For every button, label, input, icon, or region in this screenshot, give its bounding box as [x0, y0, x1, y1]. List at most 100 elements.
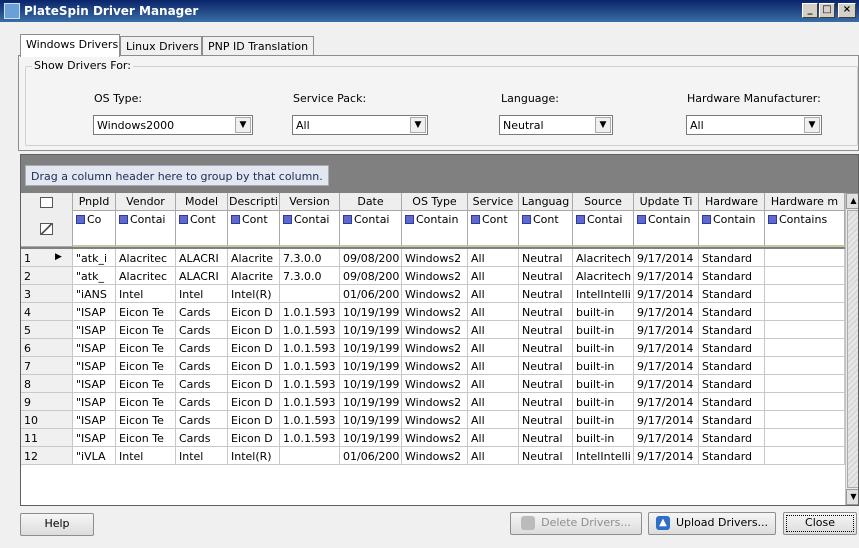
column-filter-input[interactable]: [573, 232, 634, 247]
table-cell[interactable]: Cards: [176, 393, 228, 411]
table-cell[interactable]: Windows2: [402, 321, 468, 339]
table-cell[interactable]: Neutral: [519, 267, 573, 285]
table-cell[interactable]: "ISAP: [73, 393, 116, 411]
table-cell[interactable]: 1.0.1.593: [280, 429, 340, 447]
chevron-down-icon[interactable]: ▼: [235, 117, 251, 133]
table-cell[interactable]: Eicon D: [228, 339, 280, 357]
table-cell[interactable]: built-in: [573, 303, 634, 321]
table-cell[interactable]: Windows2: [402, 357, 468, 375]
table-cell[interactable]: 09/08/200: [340, 267, 402, 285]
os-type-select[interactable]: Windows2000 ▼: [93, 115, 253, 135]
table-cell[interactable]: Cards: [176, 339, 228, 357]
row-header[interactable]: 3: [21, 285, 73, 303]
table-cell[interactable]: Alacritec: [116, 267, 176, 285]
column-filter-input[interactable]: [116, 232, 176, 247]
column-header[interactable]: Hardware: [699, 193, 765, 211]
table-cell[interactable]: Alacritech: [573, 249, 634, 267]
hardware-manufacturer-select[interactable]: All ▼: [686, 115, 822, 135]
table-cell[interactable]: 1.0.1.593: [280, 303, 340, 321]
table-cell[interactable]: [765, 267, 845, 285]
table-cell[interactable]: Windows2: [402, 249, 468, 267]
table-cell[interactable]: Cards: [176, 357, 228, 375]
table-cell[interactable]: Eicon D: [228, 429, 280, 447]
table-cell[interactable]: [765, 303, 845, 321]
table-cell[interactable]: Eicon D: [228, 411, 280, 429]
table-cell[interactable]: All: [468, 411, 519, 429]
chevron-down-icon[interactable]: ▼: [804, 117, 820, 133]
column-filter-input[interactable]: [699, 232, 765, 247]
filter-operator-icon[interactable]: [576, 215, 585, 224]
table-cell[interactable]: built-in: [573, 339, 634, 357]
table-cell[interactable]: Eicon Te: [116, 339, 176, 357]
table-cell[interactable]: 10/19/199: [340, 339, 402, 357]
table-cell[interactable]: "iANS: [73, 285, 116, 303]
column-chooser-icon[interactable]: [40, 197, 53, 208]
table-cell[interactable]: "atk_i: [73, 249, 116, 267]
table-cell[interactable]: 9/17/2014: [634, 267, 699, 285]
column-header[interactable]: PnpId: [73, 193, 116, 211]
table-cell[interactable]: Eicon Te: [116, 357, 176, 375]
row-header[interactable]: 6: [21, 339, 73, 357]
table-cell[interactable]: [765, 375, 845, 393]
row-header[interactable]: 9: [21, 393, 73, 411]
table-cell[interactable]: Eicon Te: [116, 393, 176, 411]
column-filter[interactable]: Cont: [228, 211, 280, 232]
table-cell[interactable]: built-in: [573, 393, 634, 411]
row-header[interactable]: 1 ▶: [21, 249, 73, 267]
delete-drivers-button[interactable]: Delete Drivers...: [510, 512, 642, 535]
row-header[interactable]: 2: [21, 267, 73, 285]
table-cell[interactable]: 01/06/200: [340, 447, 402, 465]
table-cell[interactable]: "ISAP: [73, 357, 116, 375]
table-cell[interactable]: Standard: [699, 411, 765, 429]
table-cell[interactable]: Windows2: [402, 267, 468, 285]
table-cell[interactable]: All: [468, 393, 519, 411]
row-header[interactable]: 11: [21, 429, 73, 447]
table-cell[interactable]: Standard: [699, 375, 765, 393]
table-cell[interactable]: "ISAP: [73, 411, 116, 429]
column-filter-input[interactable]: [228, 232, 280, 247]
table-cell[interactable]: Neutral: [519, 429, 573, 447]
table-cell[interactable]: 10/19/199: [340, 357, 402, 375]
table-cell[interactable]: 1.0.1.593: [280, 321, 340, 339]
column-filter[interactable]: Cont: [176, 211, 228, 232]
table-cell[interactable]: Eicon D: [228, 357, 280, 375]
table-cell[interactable]: 10/19/199: [340, 393, 402, 411]
column-filter[interactable]: Contai: [280, 211, 340, 232]
table-cell[interactable]: All: [468, 375, 519, 393]
table-cell[interactable]: Standard: [699, 357, 765, 375]
scroll-thumb[interactable]: [847, 210, 858, 488]
table-cell[interactable]: "ISAP: [73, 321, 116, 339]
table-cell[interactable]: "ISAP: [73, 429, 116, 447]
column-header[interactable]: Vendor: [116, 193, 176, 211]
close-window-button[interactable]: ×: [838, 3, 856, 18]
table-cell[interactable]: Neutral: [519, 249, 573, 267]
table-cell[interactable]: Eicon Te: [116, 375, 176, 393]
table-cell[interactable]: Intel(R): [228, 447, 280, 465]
table-cell[interactable]: Standard: [699, 447, 765, 465]
tab-pnp-id-translation[interactable]: PNP ID Translation: [202, 36, 314, 56]
column-header[interactable]: Update Ti: [634, 193, 699, 211]
table-cell[interactable]: 09/08/200: [340, 249, 402, 267]
table-cell[interactable]: 9/17/2014: [634, 447, 699, 465]
column-header[interactable]: Date: [340, 193, 402, 211]
table-cell[interactable]: Cards: [176, 429, 228, 447]
column-filter[interactable]: Contain: [402, 211, 468, 232]
table-cell[interactable]: Intel: [176, 285, 228, 303]
service-pack-select[interactable]: All ▼: [292, 115, 428, 135]
column-header[interactable]: Languag: [519, 193, 573, 211]
table-cell[interactable]: 9/17/2014: [634, 285, 699, 303]
group-by-panel[interactable]: Drag a column header here to group by th…: [25, 165, 329, 186]
row-header[interactable]: 8: [21, 375, 73, 393]
table-cell[interactable]: "iVLA: [73, 447, 116, 465]
table-cell[interactable]: Alacrite: [228, 249, 280, 267]
table-cell[interactable]: All: [468, 357, 519, 375]
table-cell[interactable]: 9/17/2014: [634, 429, 699, 447]
table-cell[interactable]: 9/17/2014: [634, 303, 699, 321]
table-cell[interactable]: Eicon D: [228, 393, 280, 411]
table-cell[interactable]: Intel(R): [228, 285, 280, 303]
minimize-button[interactable]: _: [802, 3, 818, 18]
table-cell[interactable]: 9/17/2014: [634, 339, 699, 357]
column-filter[interactable]: Contains: [765, 211, 845, 232]
table-cell[interactable]: All: [468, 285, 519, 303]
table-cell[interactable]: Standard: [699, 303, 765, 321]
